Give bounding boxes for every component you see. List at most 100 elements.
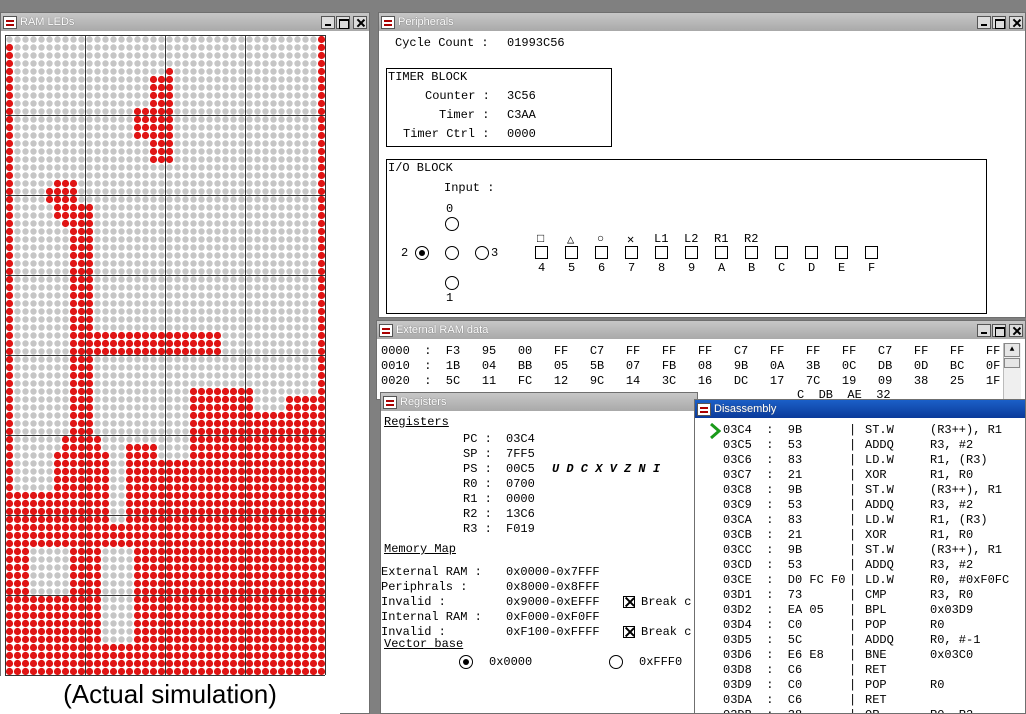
led [269, 555, 278, 564]
led [253, 523, 262, 532]
led [166, 268, 173, 275]
external-ram-titlebar[interactable]: External RAM data [377, 321, 1025, 339]
led [165, 115, 174, 124]
led [173, 635, 182, 644]
led [102, 140, 109, 147]
led [238, 76, 245, 83]
led [134, 420, 141, 427]
led [94, 308, 101, 315]
dpad-center-radio[interactable] [445, 246, 459, 260]
led [198, 380, 205, 387]
led [126, 260, 133, 267]
led [246, 100, 253, 107]
led [294, 172, 301, 179]
led [54, 220, 61, 227]
led [206, 372, 213, 379]
led [270, 244, 277, 251]
led [30, 428, 37, 435]
led [110, 404, 117, 411]
led [302, 332, 309, 339]
led [134, 36, 141, 43]
led [69, 235, 78, 244]
button-D-checkbox[interactable] [805, 246, 818, 259]
close-icon[interactable] [1009, 15, 1023, 29]
dpad-right-radio[interactable] [475, 246, 489, 260]
dpad-left-radio[interactable] [415, 246, 429, 260]
button-E-checkbox[interactable] [835, 246, 848, 259]
button-9-checkbox[interactable] [685, 246, 698, 259]
led [46, 348, 53, 355]
ram-scrollbar[interactable]: ▲ [1003, 343, 1021, 399]
led [253, 411, 262, 420]
led [190, 156, 197, 163]
button-A-checkbox[interactable] [715, 246, 728, 259]
dpad-down-radio[interactable] [445, 276, 459, 290]
peripherals-titlebar[interactable]: Peripherals [379, 13, 1025, 31]
led [157, 635, 166, 644]
led [5, 139, 14, 148]
led [189, 347, 198, 356]
close-icon[interactable] [1009, 323, 1023, 337]
disassembly-titlebar[interactable]: Disassembly [695, 400, 1025, 418]
led [125, 491, 134, 500]
led [126, 76, 133, 83]
vector-fff0-radio[interactable] [609, 655, 623, 669]
button-4-checkbox[interactable] [535, 246, 548, 259]
maximize-icon[interactable] [992, 323, 1006, 337]
minimize-icon[interactable] [977, 15, 991, 29]
led [310, 140, 317, 147]
led [190, 52, 197, 59]
disasm-separator: | [849, 648, 857, 662]
led [302, 156, 309, 163]
close-icon[interactable] [353, 15, 367, 29]
led [102, 156, 109, 163]
led [222, 372, 229, 379]
minimize-icon[interactable] [321, 15, 335, 29]
button-C-checkbox[interactable] [775, 246, 788, 259]
led [77, 435, 86, 444]
led [237, 635, 246, 644]
led [190, 116, 197, 123]
led [237, 659, 246, 668]
registers-titlebar[interactable]: Registers [381, 393, 697, 411]
button-7-checkbox[interactable] [625, 246, 638, 259]
led [54, 572, 61, 579]
button-8-checkbox[interactable] [655, 246, 668, 259]
led [245, 499, 254, 508]
scroll-up-icon[interactable]: ▲ [1004, 343, 1020, 357]
led [118, 580, 125, 587]
led [181, 483, 190, 492]
button-5-checkbox[interactable] [565, 246, 578, 259]
led [309, 539, 318, 548]
break-checkbox[interactable] [623, 596, 635, 608]
led [197, 595, 206, 604]
button-F-checkbox[interactable] [865, 246, 878, 259]
led [181, 659, 190, 668]
led [229, 491, 238, 500]
ram-leds-titlebar[interactable]: RAM LEDs [1, 13, 369, 31]
led [293, 427, 302, 436]
led [118, 404, 125, 411]
minimize-icon[interactable] [977, 323, 991, 337]
led [157, 627, 166, 636]
led [245, 387, 254, 396]
button-B-checkbox[interactable] [745, 246, 758, 259]
led [14, 220, 21, 227]
led [317, 483, 326, 492]
led [94, 180, 101, 187]
break-checkbox[interactable] [623, 626, 635, 638]
led [198, 260, 205, 267]
led [14, 228, 21, 235]
scroll-thumb[interactable] [1004, 358, 1020, 368]
button-5-index: 5 [568, 261, 576, 275]
led [229, 467, 238, 476]
maximize-icon[interactable] [336, 15, 350, 29]
vector-0000-radio[interactable] [459, 655, 473, 669]
maximize-icon[interactable] [992, 15, 1006, 29]
dpad-up-radio[interactable] [445, 217, 459, 231]
memory-map-heading: Memory Map [384, 542, 457, 556]
led [205, 387, 214, 396]
button-6-checkbox[interactable] [595, 246, 608, 259]
led [182, 196, 189, 203]
led [110, 204, 117, 211]
